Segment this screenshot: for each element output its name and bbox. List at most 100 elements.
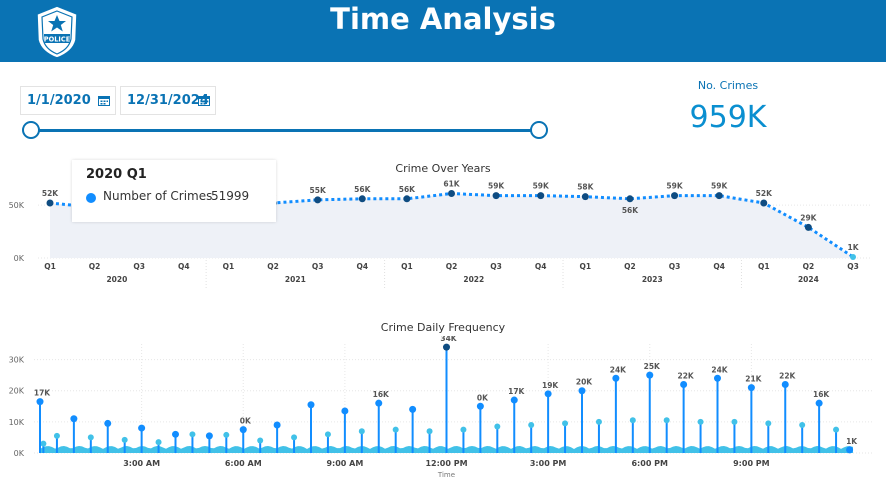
x-tick-label: Q1 [758,262,770,271]
tooltip-title: 2020 Q1 [86,167,147,182]
data-label: 17K [34,389,51,398]
tooltip-value: 51999 [211,189,250,203]
data-point [760,199,768,207]
y-tick-label: 10K [9,418,25,427]
header-bar: POLICE Time Analysis [0,0,886,62]
x-tick-label: 6:00 PM [631,459,668,468]
hour-point [205,432,213,440]
kpi-value: 959K [689,100,767,135]
end-date-input[interactable]: 12/31/2024 [120,86,216,115]
data-point [715,192,723,200]
minor-point [663,417,670,424]
data-point [671,192,679,200]
y-tick-label: 50K [9,201,25,210]
x-tick-label: Q1 [401,262,413,271]
start-date-value: 1/1/2020 [27,93,91,108]
minor-point [53,432,60,439]
hour-point [846,446,854,454]
tooltip-legend-dot [86,193,96,203]
x-tick-label: Q2 [803,262,815,271]
minor-point [494,423,501,430]
x-tick-label: Q4 [713,262,725,271]
hour-point [815,399,823,407]
minor-point [223,431,230,438]
y-tick-label: 30K [9,356,25,365]
x-tick-label: Q1 [44,262,56,271]
crime-daily-frequency-chart[interactable]: 0K 10K 20K 30K 3:00 AM 6:00 AM 9:00 AM 12:00 PM… [0,336,886,482]
x-tick-label: 9:00 PM [733,459,770,468]
hour-point [307,401,315,409]
data-label: 59K [533,182,550,191]
data-label: 29K [800,213,817,222]
minor-point [697,418,704,425]
data-label: 0K [240,417,252,426]
minor-point [291,434,298,441]
data-label: 58K [577,183,594,192]
start-date-input[interactable]: 1/1/2020 [20,86,116,115]
hour-point [138,424,146,432]
minor-point [460,426,467,433]
minor-point [40,440,47,447]
tooltip-series-label: Number of Crimes [103,189,213,203]
date-slider-end-handle[interactable] [530,121,548,139]
x-tick-label: Q3 [312,262,324,271]
data-label: 17K [508,387,525,396]
data-point [626,195,634,203]
data-label: 22K [678,371,695,380]
hour-point [409,405,417,413]
data-label: 1K [847,243,859,252]
x-tick-label: Q4 [356,262,368,271]
year-label: 2020 [106,275,127,284]
year-label: 2021 [285,275,306,284]
minor-point [595,418,602,425]
x-tick-label: Q2 [267,262,279,271]
kpi-label: No. Crimes [697,79,759,92]
x-tick-label: Q1 [580,262,592,271]
tooltip: 2020 Q1 Number of Crimes 51999 [72,160,276,222]
data-label: 59K [711,182,728,191]
data-label: 56K [354,185,371,194]
date-slider-track[interactable] [31,129,539,132]
data-label: 52K [42,189,59,198]
data-label: 21K [745,375,762,384]
x-tick-label: Q3 [490,262,502,271]
data-label: 56K [622,206,639,215]
minor-point [731,418,738,425]
date-slider-start-handle[interactable] [22,121,40,139]
data-point [804,223,812,231]
hour-point [443,343,450,351]
calendar-icon[interactable] [198,95,210,106]
data-label: 22K [779,371,796,380]
hour-point [781,380,789,388]
hour-point [273,421,281,429]
x-tick-label: 3:00 PM [530,459,567,468]
x-tick-label: Q3 [669,262,681,271]
minor-point [426,428,433,435]
data-point [358,195,366,203]
page-title: Time Analysis [330,2,556,36]
minor-point [562,420,569,427]
hour-point [104,419,112,427]
minor-point [765,420,772,427]
x-tick-label: Q3 [847,262,859,271]
minor-point [358,428,365,435]
hour-point [476,402,484,410]
hour-point [747,384,755,392]
data-point [850,253,856,260]
data-label: 20K [576,378,593,387]
hour-point [36,398,44,406]
year-label: 2023 [642,275,663,284]
calendar-icon[interactable] [98,95,110,106]
data-label: 16K [373,390,390,399]
x-tick-label: 9:00 AM [326,459,363,468]
data-label: 55K [310,186,327,195]
hour-point [646,371,654,379]
data-point [314,196,322,204]
chart-title-daily-frequency: Crime Daily Frequency [380,321,506,334]
data-label: 25K [644,362,661,371]
x-tick-label: Q4 [178,262,190,271]
data-point [46,199,54,207]
y-tick-label: 0K [14,254,25,263]
data-point [448,190,455,198]
data-label: 0K [477,393,489,402]
